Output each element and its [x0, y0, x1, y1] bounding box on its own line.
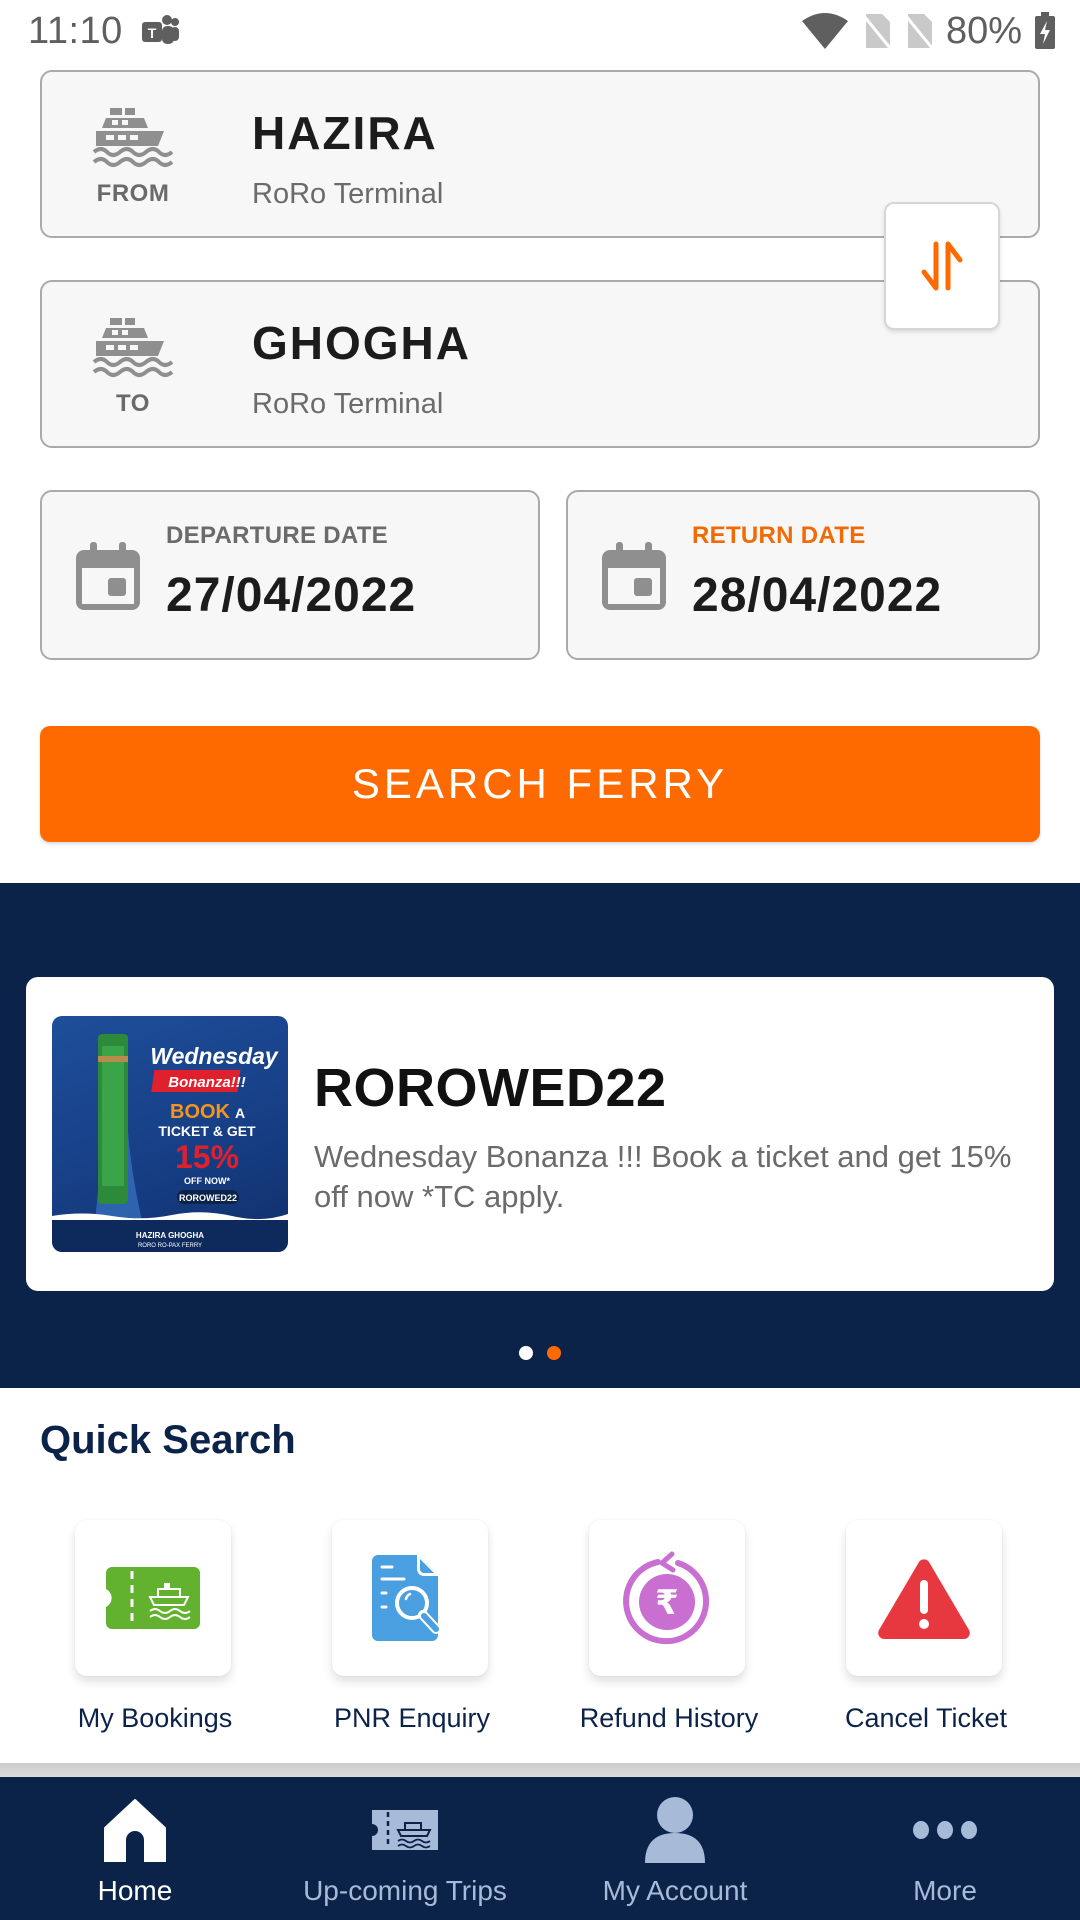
nav-more-label: More: [913, 1875, 977, 1906]
nav-upcoming-trips-label: Up-coming Trips: [303, 1875, 507, 1906]
pnr-enquiry-label[interactable]: PNR Enquiry: [282, 1703, 542, 1734]
promo-carousel[interactable]: Wednesday Bonanza!!! BOOK A TICKET & GET…: [0, 883, 1080, 1388]
carousel-dot[interactable]: [519, 1346, 533, 1360]
ferry-ticket-icon: [106, 1567, 200, 1629]
carousel-dot-active[interactable]: [547, 1346, 561, 1360]
battery-percent: 80%: [945, 9, 1022, 52]
my-bookings-label[interactable]: My Bookings: [25, 1703, 285, 1734]
carousel-pagination: [0, 1346, 1080, 1360]
from-label: FROM: [96, 180, 170, 207]
nav-upcoming-trips[interactable]: Up-coming Trips: [270, 1777, 540, 1920]
no-sim-icon: [862, 14, 892, 49]
poster-line2: TICKET & GET: [158, 1123, 256, 1139]
battery-charging-icon: [1035, 12, 1055, 49]
document-search-icon: [372, 1555, 441, 1641]
refund-history-button[interactable]: ₹: [589, 1520, 745, 1676]
wifi-icon: [801, 13, 848, 49]
status-time: 11:10: [28, 10, 123, 52]
pnr-enquiry-button[interactable]: [332, 1520, 488, 1676]
quick-search-title: Quick Search: [40, 1418, 296, 1462]
poster-off: OFF NOW*: [184, 1176, 230, 1186]
to-city: GHOGHA: [252, 317, 471, 369]
calendar-icon: [602, 542, 666, 610]
poster-percent: 15%: [175, 1139, 239, 1175]
my-bookings-button[interactable]: [75, 1520, 231, 1676]
status-bar: 11:10 T 80%: [0, 0, 1080, 62]
departure-date-field[interactable]: DEPARTURE DATE 27/04/2022: [40, 490, 540, 660]
bottom-navigation: Home Up-coming Trips My Account More: [0, 1777, 1080, 1920]
ship-icon: [92, 108, 174, 167]
calendar-icon: [76, 542, 140, 610]
promo-card[interactable]: Wednesday Bonanza!!! BOOK A TICKET & GET…: [26, 977, 1054, 1291]
bottom-nav-shadow: [0, 1763, 1080, 1777]
swap-vertical-icon: [921, 241, 963, 291]
warning-icon: [878, 1559, 970, 1639]
poster-headline: Wednesday: [150, 1043, 279, 1069]
cancel-ticket-label[interactable]: Cancel Ticket: [796, 1703, 1056, 1734]
return-date-field[interactable]: RETURN DATE 28/04/2022: [566, 490, 1040, 660]
from-terminal: RoRo Terminal: [252, 178, 444, 210]
promo-poster: Wednesday Bonanza!!! BOOK A TICKET & GET…: [52, 1034, 288, 1252]
nav-more[interactable]: More: [810, 1777, 1080, 1920]
nav-home[interactable]: Home: [0, 1777, 270, 1920]
nav-my-account-label: My Account: [602, 1875, 748, 1906]
promo-image: Wednesday Bonanza!!! BOOK A TICKET & GET…: [52, 1016, 288, 1252]
teams-icon: T: [142, 15, 179, 44]
poster-brand: HAZIRA GHOGHA: [136, 1231, 204, 1240]
no-sim-icon: [904, 14, 934, 49]
to-terminal: RoRo Terminal: [252, 388, 444, 420]
promo-description: Wednesday Bonanza !!! Book a ticket and …: [314, 1139, 1012, 1214]
home-icon: [104, 1799, 166, 1862]
ship-icon: [92, 318, 174, 377]
ferry-ticket-icon: [372, 1810, 438, 1850]
cancel-ticket-button[interactable]: [846, 1520, 1002, 1676]
more-dots-icon: [913, 1821, 977, 1839]
departure-date-label: DEPARTURE DATE: [166, 522, 388, 549]
promo-code: ROROWED22: [314, 1058, 667, 1118]
to-label: TO: [116, 390, 150, 417]
svg-text:T: T: [148, 25, 157, 41]
poster-book-rest: A: [235, 1105, 245, 1121]
user-icon: [645, 1797, 705, 1863]
return-date-label: RETURN DATE: [692, 522, 866, 549]
search-ferry-button[interactable]: SEARCH FERRY: [40, 726, 1040, 842]
poster-book: BOOK: [170, 1101, 231, 1123]
svg-text:₹: ₹: [655, 1583, 679, 1623]
swap-locations-button[interactable]: [884, 202, 1000, 330]
rupee-refund-icon: ₹: [623, 1551, 710, 1645]
return-date-value: 28/04/2022: [692, 569, 943, 622]
departure-date-value: 27/04/2022: [166, 569, 417, 622]
nav-home-label: Home: [97, 1875, 173, 1906]
poster-brand-sub: RORO RO-PAX FERRY: [138, 1243, 202, 1249]
from-city: HAZIRA: [252, 107, 438, 159]
poster-tagline: Bonanza!!!: [168, 1074, 246, 1091]
poster-code: ROROWED22: [179, 1193, 237, 1203]
refund-history-label[interactable]: Refund History: [539, 1703, 799, 1734]
nav-my-account[interactable]: My Account: [540, 1777, 810, 1920]
